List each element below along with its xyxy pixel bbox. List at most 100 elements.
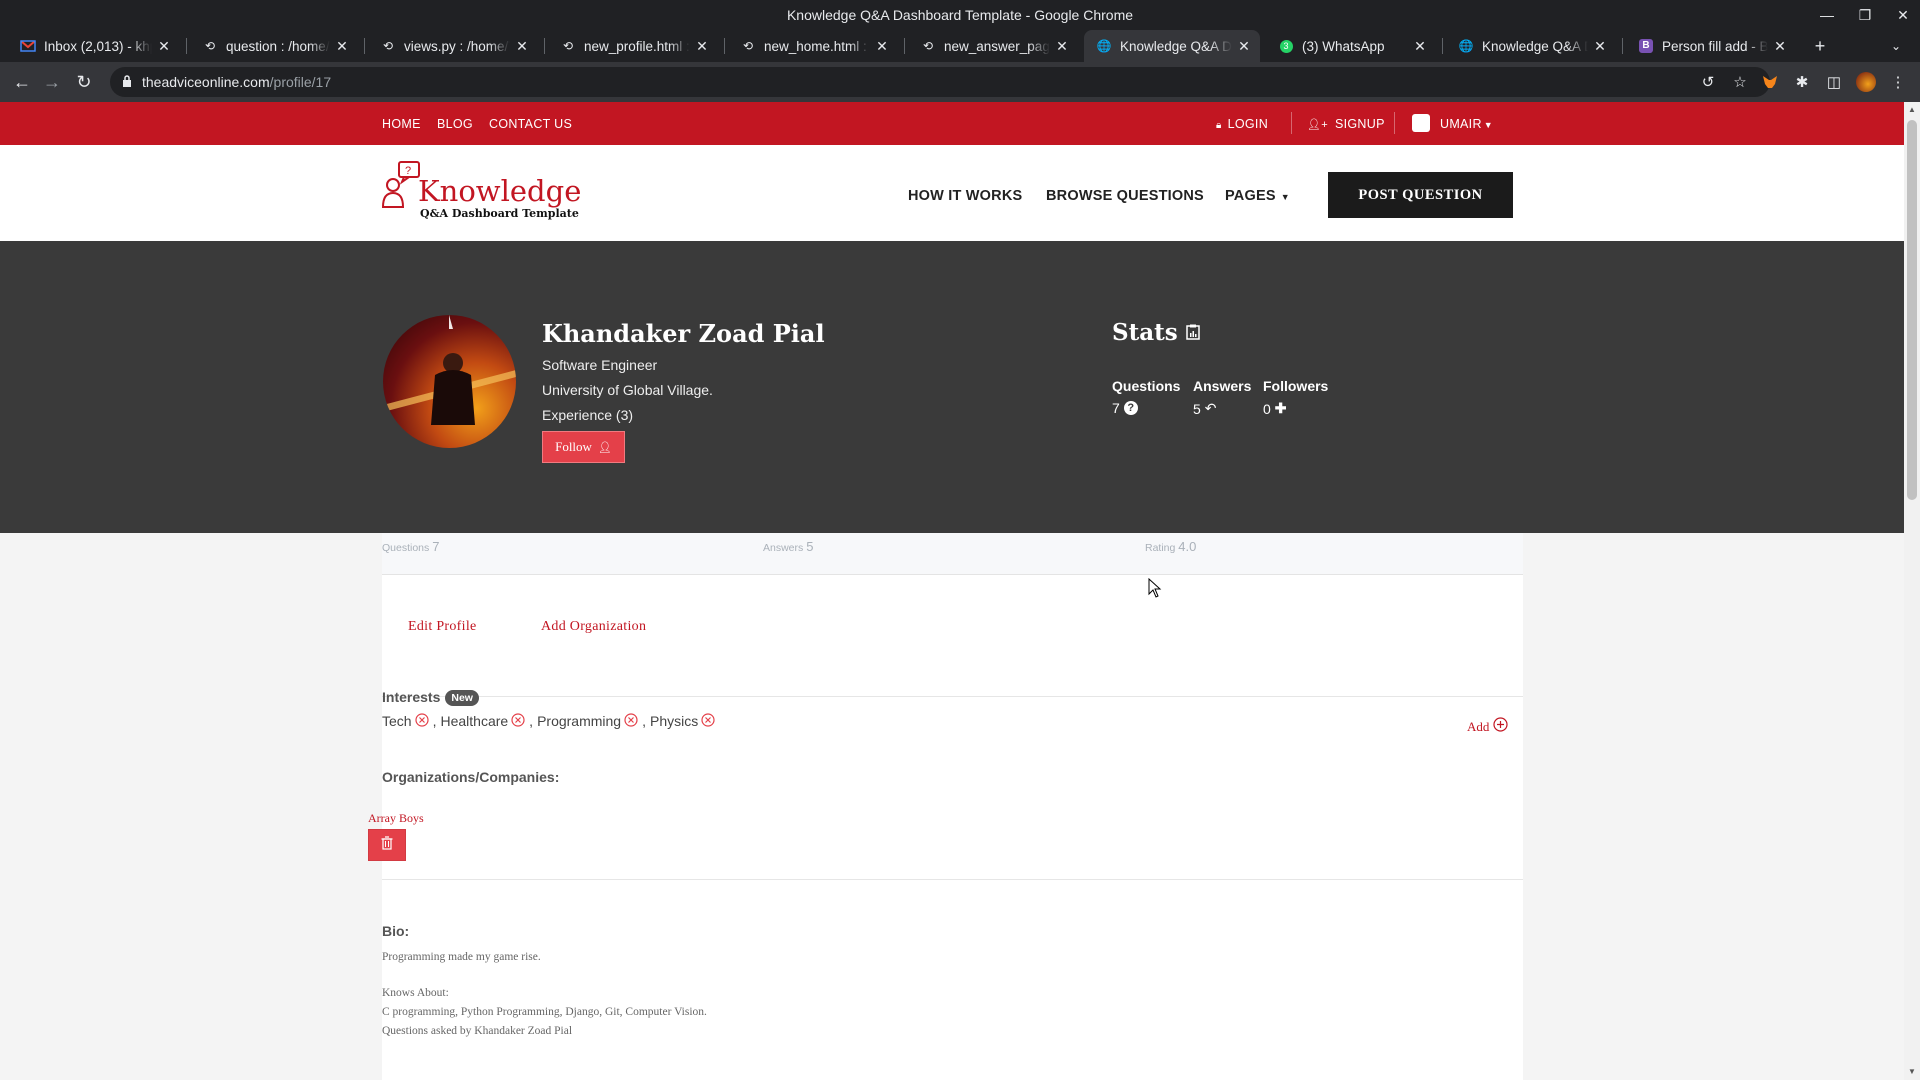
plus-circle-icon (1493, 717, 1508, 736)
bookmark-star-icon[interactable]: ☆ (1726, 68, 1754, 96)
tab-close-icon[interactable]: ✕ (694, 38, 710, 55)
remove-circle-icon[interactable] (701, 713, 715, 727)
section-divider (382, 879, 1523, 880)
person-plus-icon: ✚ (1274, 400, 1287, 416)
address-bar[interactable]: theadviceonline.com/profile/17 ↺ ☆ (110, 67, 1770, 97)
page-scrollbar[interactable]: ▲ ▼ (1904, 102, 1920, 1080)
new-tab-icon[interactable]: + (1806, 32, 1834, 60)
stat-questions: Questions 7? (1112, 378, 1181, 416)
minimize-icon[interactable]: — (1810, 0, 1844, 30)
globe-icon: 🌐 (1096, 39, 1112, 53)
tab-whatsapp[interactable]: 3 (3) WhatsApp ✕ (1266, 30, 1436, 62)
tab-close-icon[interactable]: ✕ (1412, 38, 1428, 55)
tab-close-icon[interactable]: ✕ (514, 38, 530, 55)
topbar-home-link[interactable]: HOME (382, 117, 421, 131)
interest-tag: Physics (650, 713, 715, 729)
scroll-down-icon[interactable]: ▼ (1907, 1067, 1917, 1076)
nav-how-it-works[interactable]: HOW IT WORKS (908, 188, 1022, 204)
browser-toolbar: ← → ↻ theadviceonline.com/profile/17 ↺ ☆… (0, 62, 1920, 102)
user-menu[interactable]: UMAIR ▼ (1412, 114, 1493, 132)
site-topbar: HOME BLOG CONTACT US 🔒︎ LOGIN 👤︎+ SIGNUP U… (0, 102, 1904, 145)
tab-new-profile[interactable]: ⟲ new_profile.html : ✕ (548, 30, 718, 62)
topbar-contact-link[interactable]: CONTACT US (489, 117, 572, 131)
tab-close-icon[interactable]: ✕ (874, 38, 890, 55)
tab-new-answer-page[interactable]: ⟲ new_answer_page ✕ (908, 30, 1078, 62)
interest-tag: Healthcare (440, 713, 525, 729)
organization-name[interactable]: Array Boys (368, 811, 424, 826)
signup-link[interactable]: 👤︎+ SIGNUP (1307, 117, 1385, 131)
section-divider (382, 696, 1523, 697)
tab-strip: Inbox (2,013) - khp ✕ ⟲ question : /home… (0, 30, 1920, 62)
edit-profile-link[interactable]: Edit Profile (408, 619, 477, 635)
add-interest-link[interactable]: Add (1467, 717, 1508, 736)
profile-university: University of Global Village. (542, 382, 713, 398)
scrollbar-thumb[interactable] (1907, 120, 1917, 500)
logo-people-icon: ? (382, 161, 420, 208)
extensions-icon[interactable]: ✱ (1788, 68, 1816, 96)
pythonanywhere-icon: ⟲ (922, 39, 934, 53)
tab-close-icon[interactable]: ✕ (1054, 38, 1070, 55)
topbar-blog-link[interactable]: BLOG (437, 117, 473, 131)
tab-close-icon[interactable]: ✕ (156, 38, 172, 55)
count-questions: Questions 7 (382, 539, 440, 554)
metamask-icon[interactable] (1756, 68, 1784, 96)
login-link[interactable]: 🔒︎ LOGIN (1216, 117, 1268, 131)
chrome-menu-icon[interactable]: ⋮ (1884, 68, 1912, 96)
tab-knowledge-active[interactable]: 🌐 Knowledge Q&A D ✕ (1084, 30, 1260, 62)
tab-close-icon[interactable]: ✕ (1772, 38, 1788, 55)
bootstrap-icon: B (1638, 38, 1654, 54)
tab-new-home[interactable]: ⟲ new_home.html : / ✕ (728, 30, 898, 62)
nav-browse-questions[interactable]: BROWSE QUESTIONS (1046, 188, 1204, 204)
tab-close-icon[interactable]: ✕ (1236, 38, 1252, 55)
pythonanywhere-icon: ⟲ (204, 39, 216, 53)
clipboard-chart-icon (1185, 319, 1200, 346)
nav-pages[interactable]: PAGES ▼ (1225, 188, 1290, 204)
svg-text:?: ? (405, 165, 411, 177)
share-icon[interactable]: ↺ (1694, 68, 1722, 96)
globe-icon: 🌐 (1458, 39, 1474, 53)
tab-question[interactable]: ⟲ question : /home/T ✕ (190, 30, 358, 62)
add-organization-link[interactable]: Add Organization (541, 619, 646, 635)
reply-all-icon: ↶ (1204, 400, 1217, 416)
remove-circle-icon[interactable] (624, 713, 638, 727)
back-icon[interactable]: ← (8, 68, 36, 96)
tab-knowledge-2[interactable]: 🌐 Knowledge Q&A D ✕ (1446, 30, 1616, 62)
forward-icon[interactable]: → (38, 68, 66, 96)
delete-organization-button[interactable] (368, 829, 406, 861)
interests-title: Interests New (382, 689, 479, 706)
profile-avatar[interactable] (1852, 68, 1880, 96)
bio-text: Programming made my game rise. (382, 951, 541, 963)
restore-icon[interactable]: ❐ (1848, 0, 1882, 30)
profile-content-card: Questions 7 Answers 5 Rating 4.0 Edit Pr… (368, 533, 1523, 1080)
tab-views-py[interactable]: ⟲ views.py : /home/T ✕ (368, 30, 538, 62)
scroll-up-icon[interactable]: ▲ (1907, 105, 1917, 114)
whatsapp-icon: 3 (1278, 38, 1294, 54)
person-plus-icon: 👤︎ (597, 441, 612, 454)
remove-circle-icon[interactable] (414, 713, 429, 727)
tab-gmail[interactable]: Inbox (2,013) - khp ✕ (8, 30, 180, 62)
stat-followers: Followers 0 ✚ (1263, 378, 1329, 417)
tab-search-icon[interactable]: ⌄ (1882, 32, 1910, 60)
tab-close-icon[interactable]: ✕ (334, 38, 350, 55)
reload-icon[interactable]: ↻ (70, 68, 98, 96)
trash-icon (381, 835, 393, 855)
profile-experience[interactable]: Experience (3) (542, 407, 633, 423)
count-answers: Answers 5 (763, 539, 814, 554)
follow-button[interactable]: Follow 👤︎ (542, 431, 625, 463)
knows-about-text: C programming, Python Programming, Djang… (382, 1006, 707, 1018)
bio-heading: Bio: (382, 923, 410, 939)
lock-icon (122, 75, 132, 93)
logo-wordmark: Knowledge (418, 174, 582, 208)
site-header: ? Knowledge Q&A Dashboard Template HOW I… (0, 145, 1904, 241)
post-question-button[interactable]: POST QUESTION (1328, 172, 1513, 218)
tab-bootstrap-icons[interactable]: B Person fill add - B ✕ (1626, 30, 1796, 62)
remove-circle-icon[interactable] (511, 713, 525, 727)
site-logo[interactable]: ? Knowledge Q&A Dashboard Template (382, 161, 582, 223)
side-panel-icon[interactable]: ◫ (1820, 68, 1848, 96)
profile-counts-bar: Questions 7 Answers 5 Rating 4.0 (382, 533, 1523, 575)
profile-title: Software Engineer (542, 357, 658, 373)
question-circle-icon: ? (1123, 401, 1138, 415)
interest-tag: Programming (537, 713, 638, 729)
tab-close-icon[interactable]: ✕ (1592, 38, 1608, 55)
close-window-icon[interactable]: ✕ (1886, 0, 1920, 30)
